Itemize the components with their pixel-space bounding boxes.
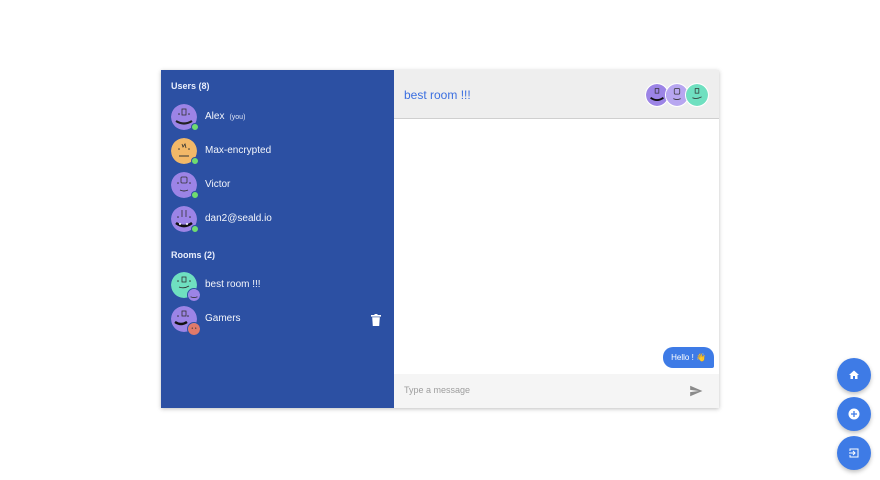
avatar	[171, 206, 199, 233]
sidebar: Users (8) Alex (you) Max-encrypted Victo…	[161, 70, 394, 408]
room-item-gamers[interactable]: Gamers	[161, 304, 394, 336]
logout-button[interactable]	[837, 436, 871, 470]
avatar	[171, 104, 199, 131]
chat-header: best room !!!	[394, 70, 719, 119]
online-status-dot	[191, 191, 199, 199]
message-composer	[394, 374, 719, 408]
avatar	[171, 138, 199, 165]
online-status-dot	[191, 123, 199, 131]
rooms-section-title: Rooms (2)	[171, 250, 216, 260]
plus-circle-icon	[848, 408, 860, 420]
user-name: Max-encrypted	[205, 145, 272, 156]
chat-app: Users (8) Alex (you) Max-encrypted Victo…	[161, 70, 719, 408]
room-name: best room !!!	[205, 279, 261, 290]
avatar	[171, 272, 201, 302]
logout-icon	[849, 448, 859, 458]
user-name: Alex	[205, 111, 225, 122]
member-avatar-icon	[187, 322, 201, 336]
room-item-best-room[interactable]: best room !!!	[161, 270, 394, 302]
member-avatar-icon	[187, 288, 201, 302]
users-section-title: Users (8)	[171, 81, 210, 91]
user-item-alex[interactable]: Alex (you)	[161, 102, 394, 132]
message-bubble: Hello ! 👋	[663, 347, 714, 368]
room-name: Gamers	[205, 313, 241, 324]
member-avatar-icon	[685, 83, 709, 107]
message-input[interactable]	[404, 385, 664, 395]
avatar	[171, 172, 199, 199]
home-icon	[849, 370, 859, 379]
user-name: dan2@seald.io	[205, 213, 272, 224]
user-item-dan2[interactable]: dan2@seald.io	[161, 204, 394, 234]
avatar	[171, 306, 201, 336]
home-button[interactable]	[837, 358, 871, 392]
member-avatars[interactable]	[645, 83, 709, 107]
online-status-dot	[191, 157, 199, 165]
online-status-dot	[191, 225, 199, 233]
user-name: Victor	[205, 179, 231, 190]
trash-icon[interactable]	[371, 314, 381, 326]
you-tag: (you)	[229, 114, 246, 121]
add-room-button[interactable]	[837, 397, 871, 431]
room-title: best room !!!	[404, 88, 471, 102]
user-item-victor[interactable]: Victor	[161, 170, 394, 200]
send-icon[interactable]	[689, 384, 703, 398]
user-item-max-encrypted[interactable]: Max-encrypted	[161, 136, 394, 166]
chat-panel: best room !!! Hello ! �	[394, 70, 719, 408]
